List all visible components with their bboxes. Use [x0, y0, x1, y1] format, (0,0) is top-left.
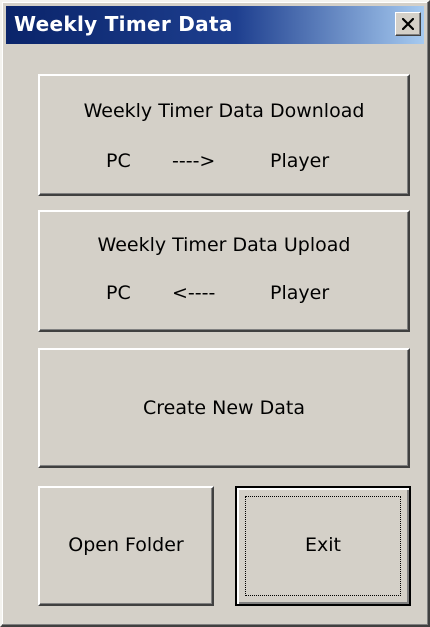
- download-direction: PC ----> Player: [40, 150, 408, 174]
- upload-direction: PC <---- Player: [40, 282, 408, 306]
- open-folder-button[interactable]: Open Folder: [38, 486, 214, 606]
- download-button[interactable]: Weekly Timer Data Download PC ----> Play…: [38, 74, 410, 196]
- download-arrow: ---->: [172, 150, 216, 172]
- open-folder-label: Open Folder: [68, 534, 184, 556]
- download-title: Weekly Timer Data Download: [83, 100, 365, 122]
- title-bar[interactable]: Weekly Timer Data: [6, 6, 424, 44]
- upload-player-label: Player: [270, 282, 330, 304]
- window-title: Weekly Timer Data: [14, 12, 233, 36]
- upload-pc-label: PC: [106, 282, 131, 304]
- close-button[interactable]: [395, 12, 421, 36]
- upload-arrow: <----: [172, 282, 216, 304]
- exit-button[interactable]: Exit: [235, 486, 411, 606]
- create-new-data-label: Create New Data: [142, 397, 306, 419]
- download-pc-label: PC: [106, 150, 131, 172]
- upload-button[interactable]: Weekly Timer Data Upload PC <---- Player: [38, 210, 410, 332]
- download-player-label: Player: [270, 150, 330, 172]
- close-icon: [402, 18, 414, 30]
- create-new-data-button[interactable]: Create New Data: [38, 348, 410, 468]
- exit-label: Exit: [305, 534, 341, 556]
- upload-title: Weekly Timer Data Upload: [97, 234, 351, 256]
- weekly-timer-data-dialog: Weekly Timer Data Weekly Timer Data Down…: [0, 0, 430, 627]
